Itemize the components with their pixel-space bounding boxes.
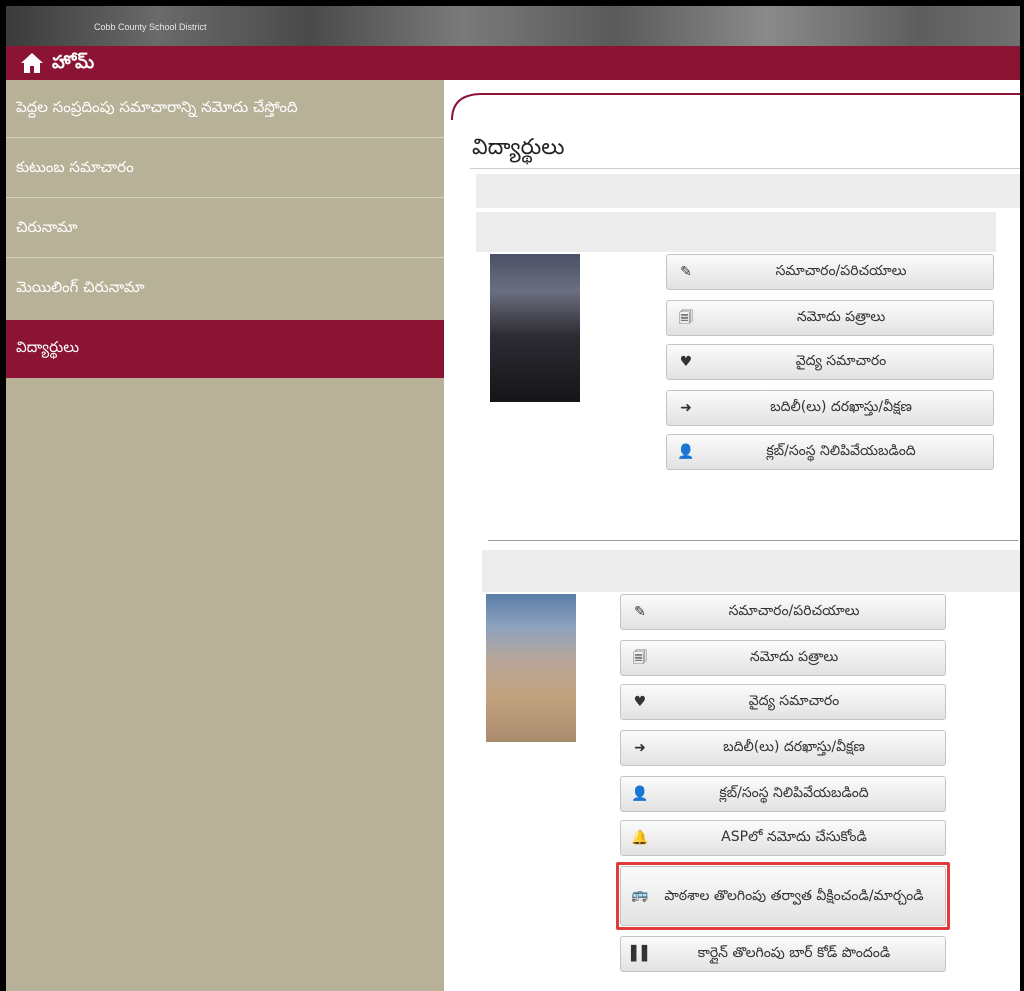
sidebar-item-label: విద్యార్థులు <box>16 338 80 356</box>
sidebar-item-label: మెయిలింగ్ చిరునామా <box>16 278 145 296</box>
heartbeat-icon: ♥ <box>679 354 693 370</box>
student-photo <box>490 254 580 402</box>
medical-info-button[interactable]: ♥ వైద్య సమాచారం <box>666 344 994 380</box>
student-separator <box>488 540 1018 541</box>
user-icon: 👤 <box>677 444 695 460</box>
title-underline <box>470 168 1020 169</box>
info-contacts-button[interactable]: ✎ సమాచారం/పరిచయాలు <box>666 254 994 290</box>
home-bar[interactable]: హోమ్ <box>6 46 1020 80</box>
sidebar-item-family-info[interactable]: కుటుంబ సమాచారం <box>6 140 444 198</box>
enrollment-documents-button[interactable]: 🗐 నమోదు పత్రాలు <box>620 640 946 676</box>
arrow-icon: ➜ <box>634 740 646 756</box>
sidebar-item-address[interactable]: చిరునామా <box>6 200 444 258</box>
carline-barcode-button[interactable]: ▌▌ కార్లైన్ తొలగింపు బార్ కోడ్ పొందండి <box>620 936 946 972</box>
arrow-icon: ➜ <box>680 400 692 416</box>
club-opt-out-button[interactable]: 👤 క్లబ్/సంస్థ నిలిపివేయబడింది <box>666 434 994 470</box>
sidebar-item-students[interactable]: విద్యార్థులు <box>6 320 444 378</box>
student-name-bar <box>482 550 1020 592</box>
club-opt-out-button[interactable]: 👤 క్లబ్/సంస్థ నిలిపివేయబడింది <box>620 776 946 812</box>
divider <box>6 257 444 258</box>
student-name-bar <box>476 212 996 252</box>
student-photo <box>486 594 576 742</box>
user-icon: 👤 <box>631 786 649 802</box>
home-icon[interactable] <box>20 52 44 74</box>
transfer-application-button[interactable]: ➜ బదిలీ(లు) దరఖాస్తు/వీక్షణ <box>620 730 946 766</box>
sidebar-item-label: కుటుంబ సమాచారం <box>16 158 134 176</box>
app-frame: Cobb County School District హోమ్ పెద్దల … <box>6 6 1020 991</box>
sidebar: పెద్దల సంప్రదింపు సమాచారాన్ని నమోదు చేస్… <box>6 80 444 991</box>
sidebar-item-label: చిరునామా <box>16 218 78 236</box>
pencil-icon: ✎ <box>634 604 646 620</box>
info-contacts-button[interactable]: ✎ సమాచారం/పరిచయాలు <box>620 594 946 630</box>
section-band <box>476 174 1020 208</box>
enrollment-documents-button[interactable]: 🗐 నమోదు పత్రాలు <box>666 300 994 336</box>
divider <box>6 197 444 198</box>
transfer-application-button[interactable]: ➜ బదిలీ(లు) దరఖాస్తు/వీక్షణ <box>666 390 994 426</box>
home-link[interactable]: హోమ్ <box>52 52 94 77</box>
documents-icon: 🗐 <box>633 650 647 666</box>
sidebar-item-mailing-address[interactable]: మెయిలింగ్ చిరునామా <box>6 260 444 318</box>
asp-enroll-button[interactable]: 🔔 ASPలో నమోదు చేసుకోండి <box>620 820 946 856</box>
pencil-icon: ✎ <box>680 264 692 280</box>
bell-icon: 🔔 <box>631 830 649 846</box>
sidebar-item-label: పెద్దల సంప్రదింపు సమాచారాన్ని నమోదు చేస్… <box>16 98 298 116</box>
medical-info-button[interactable]: ♥ వైద్య సమాచారం <box>620 684 946 720</box>
sidebar-item-adult-contacts[interactable]: పెద్దల సంప్రదింపు సమాచారాన్ని నమోదు చేస్… <box>6 80 444 138</box>
divider <box>6 137 444 138</box>
main-panel: విద్యార్థులు ✎ సమాచారం/పరిచయాలు 🗐 నమోదు … <box>446 80 1020 991</box>
panel-corner-curve <box>451 93 1020 120</box>
district-name: Cobb County School District <box>94 22 207 32</box>
barcode-icon: ▌▌ <box>631 946 653 962</box>
page-title: విద్యార్థులు <box>472 135 565 160</box>
heartbeat-icon: ♥ <box>633 694 647 710</box>
documents-icon: 🗐 <box>679 310 693 326</box>
highlight-box <box>616 862 950 930</box>
header-banner: Cobb County School District <box>6 6 1020 46</box>
